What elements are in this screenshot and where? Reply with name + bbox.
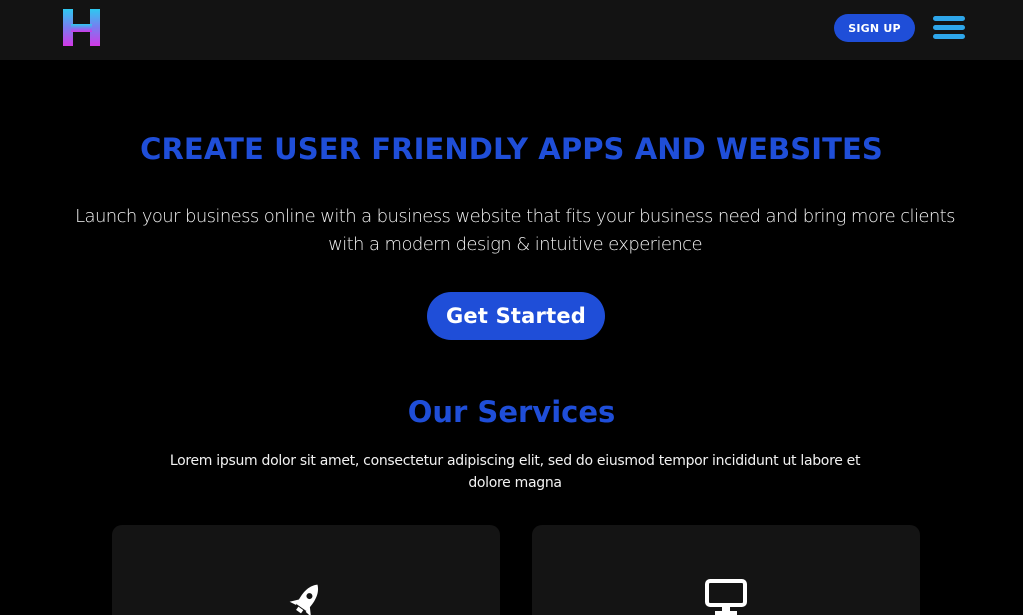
navbar: SIGN UP: [0, 0, 1023, 60]
rocket-icon: [289, 584, 319, 615]
h-logo-icon[interactable]: [62, 9, 102, 47]
menu-bar-line: [933, 25, 965, 30]
services-title: Our Services: [407, 395, 616, 429]
hamburger-menu-icon[interactable]: [931, 14, 967, 42]
menu-bar-line: [933, 16, 965, 21]
service-card[interactable]: [112, 525, 500, 615]
service-card[interactable]: [532, 525, 920, 615]
hero-description: Launch your business online with a busin…: [75, 206, 955, 255]
signup-button[interactable]: SIGN UP: [834, 14, 915, 42]
menu-bar-line: [933, 34, 965, 39]
hero-title: CREATE USER FRIENDLY APPS AND WEBSITES: [140, 132, 883, 166]
get-started-button[interactable]: Get Started: [427, 292, 605, 340]
desktop-monitor-icon: [705, 579, 747, 615]
services-description: Lorem ipsum dolor sit amet, consectetur …: [169, 453, 861, 491]
